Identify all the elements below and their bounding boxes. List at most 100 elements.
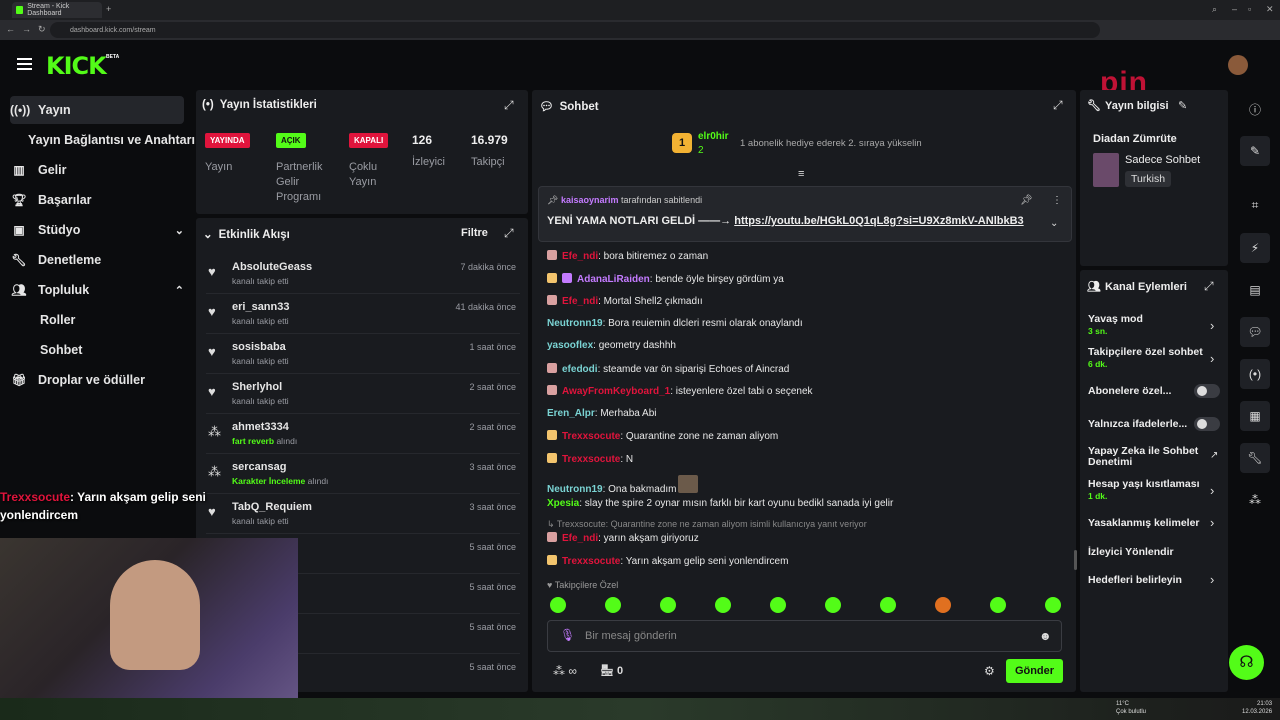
- chat-message: Xpesia: slay the spire 2 oynar mısın far…: [547, 498, 894, 509]
- list-item: ⁂ ahmet3334 fart reverb alındı 2 saat önce: [206, 414, 520, 454]
- close-icon[interactable]: ✕: [1266, 4, 1274, 15]
- clock[interactable]: 21:03 12.03.2026: [1242, 700, 1272, 716]
- category-thumbnail[interactable]: [1093, 153, 1119, 187]
- stat-label-viewers: İzleyici: [412, 156, 446, 168]
- action-slow-mode[interactable]: Yavaş mod 3 sn.: [1088, 313, 1220, 336]
- sidebar-item-basarilar[interactable]: 🏆︎ Başarılar: [10, 186, 184, 214]
- users-icon: 👥︎: [11, 283, 27, 297]
- external-link-icon[interactable]: ↗: [1210, 450, 1218, 461]
- chevron-up-icon: ⌃: [174, 284, 184, 297]
- emoji-icon[interactable]: ☻: [1039, 629, 1052, 643]
- chevron-right-icon[interactable]: ›: [1210, 351, 1214, 366]
- maximize-icon[interactable]: ▫: [1248, 4, 1251, 14]
- chevron-right-icon[interactable]: ›: [1210, 483, 1214, 498]
- menu-icon[interactable]: [17, 58, 32, 70]
- more-icon[interactable]: ⋮: [1052, 195, 1062, 206]
- document-icon[interactable]: ▤: [1240, 275, 1270, 305]
- new-tab-icon[interactable]: +: [106, 4, 111, 14]
- sidebar-item-droplar[interactable]: 🎁︎ Droplar ve ödüller: [10, 366, 184, 394]
- browser-tab[interactable]: Stream - Kick Dashboard: [12, 2, 102, 18]
- sidebar-item-stream-key[interactable]: Yayın Bağlantısı ve Anahtarı: [28, 126, 198, 154]
- emote-icon[interactable]: [770, 597, 786, 613]
- search-icon[interactable]: ⌕: [1212, 4, 1217, 15]
- action-ai-moderation[interactable]: Yapay Zeka ile Sohbet Denetimi: [1088, 446, 1206, 468]
- pin-toggle-icon[interactable]: ≡: [798, 168, 804, 180]
- heart-icon: ♥: [547, 580, 553, 590]
- action-account-age[interactable]: Hesap yaşı kısıtlaması 1 dk.: [1088, 478, 1208, 501]
- edit-icon[interactable]: ✎: [1240, 136, 1270, 166]
- chat-title: 💬︎ Sohbet: [539, 101, 599, 113]
- emote-icon[interactable]: [1045, 597, 1061, 613]
- chevron-right-icon[interactable]: ›: [1210, 572, 1214, 587]
- layout-icon[interactable]: ▦: [1240, 401, 1270, 431]
- expand-icon[interactable]: ⤢: [1053, 98, 1063, 113]
- chat-overlay: Trexxsocute: Yarın akşam gelip seni yonle…: [0, 490, 206, 522]
- points-icon[interactable]: ⁂: [1240, 485, 1270, 515]
- forward-icon[interactable]: →: [22, 24, 31, 34]
- expand-icon[interactable]: ⤢: [504, 98, 514, 113]
- subscribers-only-toggle[interactable]: [1194, 384, 1220, 398]
- points-icon[interactable]: ⁂ ∞: [553, 664, 577, 678]
- action-set-goals[interactable]: Hedefleri belirleyin: [1088, 574, 1220, 586]
- action-banned-words[interactable]: Yasaklanmış kelimeler: [1088, 517, 1220, 529]
- category-name[interactable]: Sadece Sohbet: [1125, 154, 1200, 166]
- chat-scrollbar[interactable]: [1074, 550, 1077, 570]
- emote-icon[interactable]: [715, 597, 731, 613]
- emote-icon[interactable]: [660, 597, 676, 613]
- minimize-icon[interactable]: –: [1232, 4, 1237, 14]
- chevron-down-icon[interactable]: ⌄: [1050, 218, 1058, 229]
- chat-input-placeholder[interactable]: Bir mesaj gönderin: [585, 630, 677, 642]
- emote-icon[interactable]: [880, 597, 896, 613]
- emote-icon[interactable]: [990, 597, 1006, 613]
- unpin-icon[interactable]: 📌︎: [1020, 195, 1033, 206]
- action-redirect-viewers[interactable]: İzleyici Yönlendir: [1088, 546, 1220, 558]
- sidebar-item-sohbet[interactable]: Sohbet: [40, 336, 184, 364]
- emote-icon[interactable]: [605, 597, 621, 613]
- sidebar-item-gelir[interactable]: ▥ Gelir: [10, 156, 184, 184]
- support-icon[interactable]: ☊: [1229, 645, 1264, 680]
- broadcast-icon[interactable]: (•): [1240, 359, 1270, 389]
- shop-icon[interactable]: 🏪︎ 0: [600, 664, 623, 677]
- action-followers-only[interactable]: Takipçilere özel sohbet 6 dk.: [1088, 346, 1206, 369]
- emotes-only-toggle[interactable]: [1194, 417, 1220, 431]
- address-bar[interactable]: dashboard.kick.com/stream: [50, 22, 1100, 38]
- kick-favicon-icon: [16, 6, 24, 14]
- sidebar-item-denetleme[interactable]: 🔧︎ Denetleme: [10, 246, 184, 274]
- rank-badge: 1: [672, 133, 692, 153]
- reload-icon[interactable]: ↻: [38, 24, 46, 35]
- emote-icon[interactable]: [825, 597, 841, 613]
- expand-icon[interactable]: ⤢: [504, 226, 514, 241]
- lightning-icon[interactable]: ⚡︎: [1240, 233, 1270, 263]
- edit-icon[interactable]: ✎: [1178, 99, 1187, 112]
- chat-icon[interactable]: 💬︎: [1240, 317, 1270, 347]
- list-item: ♥ sosisbaba kanalı takip etti 1 saat önce: [206, 334, 520, 374]
- chevron-right-icon[interactable]: ›: [1210, 515, 1214, 530]
- back-icon[interactable]: ←: [6, 24, 15, 34]
- top-gifter-name[interactable]: elr0hir: [698, 131, 729, 142]
- clip-icon[interactable]: ⌗: [1240, 190, 1270, 220]
- chevron-right-icon[interactable]: ›: [1210, 318, 1214, 333]
- expand-icon[interactable]: ⤢: [1204, 279, 1214, 294]
- chat-message: Eren_Alpr: Merhaba Abi: [547, 408, 657, 419]
- kick-logo[interactable]: KICK: [46, 52, 107, 80]
- emote-icon[interactable]: [935, 597, 951, 613]
- pinned-link[interactable]: https://youtu.be/HGkL0Q1qL8g?si=U9Xz8mkV…: [734, 215, 1023, 227]
- pinned-text: YENİ YAMA NOTLARI GELDİ ——→ https://yout…: [547, 215, 1024, 227]
- avatar[interactable]: [1228, 55, 1248, 75]
- list-item: ⁂ sercansag Karakter İnceleme alındı 3 saat…: [206, 454, 520, 494]
- top-gifter-count: 2: [698, 145, 704, 156]
- sidebar-item-topluluk[interactable]: 👥︎ Topluluk ⌃: [10, 276, 184, 304]
- emote-icon[interactable]: [550, 597, 566, 613]
- weather[interactable]: 11°C Çok bulutlu: [1116, 700, 1146, 716]
- reply-note: ↳ Trexxsocute: Quarantine zone ne zaman …: [547, 519, 867, 529]
- filter-button[interactable]: Filtre: [461, 227, 488, 239]
- sidebar-item-yayin[interactable]: ((•)) Yayın: [10, 96, 184, 124]
- mic-icon[interactable]: 🎙︎: [560, 628, 575, 642]
- wrench-icon[interactable]: 🔧︎: [1240, 443, 1270, 473]
- info-icon[interactable]: ⓘ: [1240, 94, 1270, 124]
- sidebar-item-roller[interactable]: Roller: [40, 306, 184, 334]
- heart-icon: ♥: [208, 304, 216, 319]
- settings-icon[interactable]: ⚙: [984, 664, 995, 678]
- send-button[interactable]: Gönder: [1006, 659, 1063, 683]
- sidebar-item-studyo[interactable]: ▣ Stüdyo ⌄: [10, 216, 184, 244]
